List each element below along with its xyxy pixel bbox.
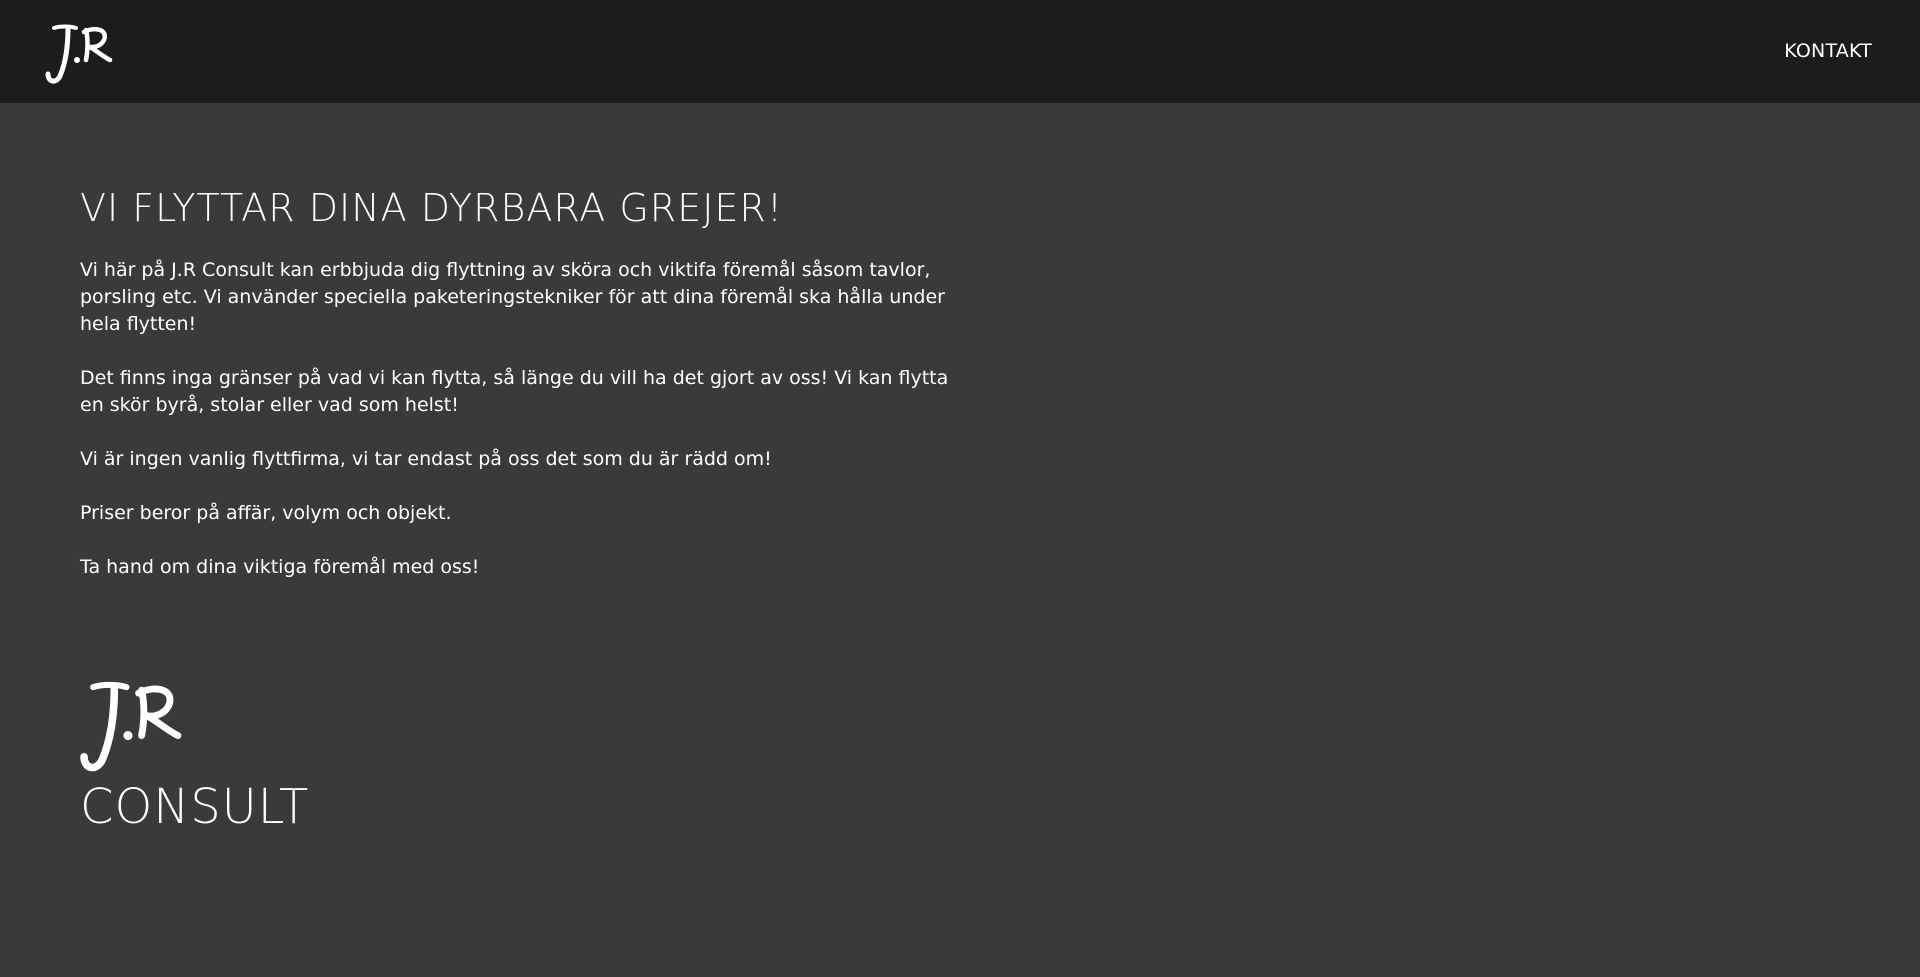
intro-paragraphs: Vi här på J.R Consult kan erbbjuda dig f… [80, 257, 950, 581]
main-content: VI FLYTTAR DINA DYRBARA GREJER! Vi här p… [80, 180, 950, 608]
nav-kontakt-link[interactable]: KONTAKT [1784, 40, 1872, 62]
paragraph-intro: Vi här på J.R Consult kan erbbjuda dig f… [80, 259, 945, 335]
jr-logo-icon [45, 24, 113, 84]
paragraph-closing: Ta hand om dina viktiga föremål med oss! [80, 556, 480, 578]
page-headline: VI FLYTTAR DINA DYRBARA GREJER! [80, 186, 784, 230]
jr-logo-icon [80, 681, 182, 772]
paragraph-not-ordinary: Vi är ingen vanlig flyttfirma, vi tar en… [80, 448, 772, 470]
footer-consult-label: CONSULT [80, 779, 310, 835]
paragraph-prices: Priser beror på affär, volym och objekt. [80, 502, 452, 524]
footer-brand: CONSULT [78, 675, 338, 845]
header-logo[interactable] [44, 22, 114, 84]
paragraph-no-limits: Det finns inga gränser på vad vi kan fly… [80, 367, 949, 416]
site-header: KONTAKT [0, 0, 1920, 103]
